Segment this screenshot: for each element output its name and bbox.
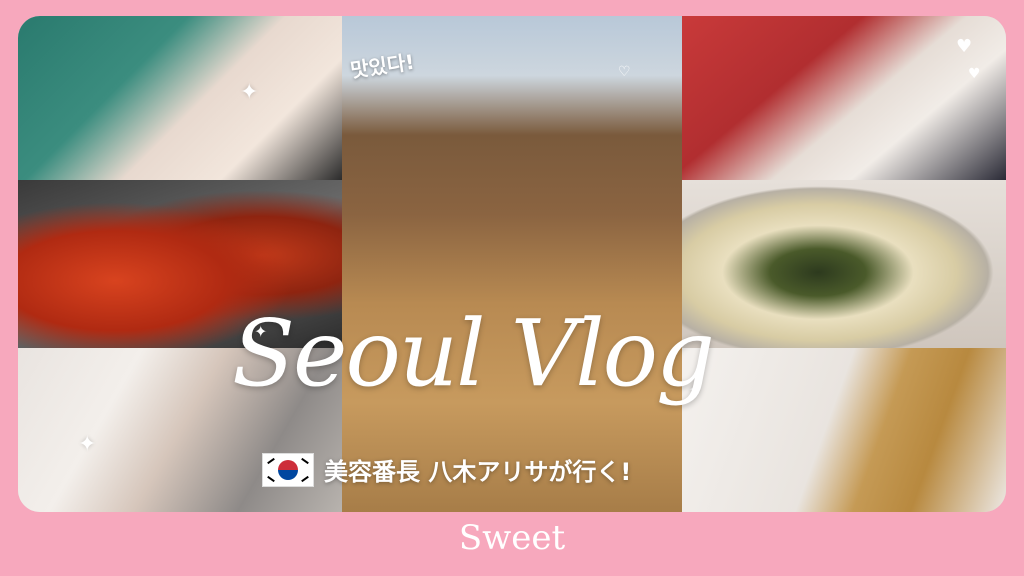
- south-korea-flag-icon: [262, 452, 314, 487]
- subtitle: 美容番長 八木アリサが行く!: [324, 458, 632, 486]
- photo-mirror-selfie: [682, 348, 1006, 512]
- heart-icon: ♡: [618, 64, 631, 80]
- sparkle-icon: ✦: [78, 432, 97, 457]
- photo-woman-eating: [342, 16, 682, 512]
- heart-icon: ♥: [968, 66, 981, 82]
- heart-icon: ♥: [956, 36, 973, 57]
- brand-logo: Sweet: [458, 518, 566, 558]
- photo-noodle-soup: [682, 180, 1006, 348]
- sparkle-icon: ✦: [240, 80, 259, 105]
- photo-facial-treatment: [18, 16, 342, 180]
- photo-collage: [18, 16, 1006, 512]
- subtitle-row: 美容番長 八木アリサが行く!: [262, 452, 631, 487]
- vlog-title: Seoul Vlog: [232, 300, 715, 407]
